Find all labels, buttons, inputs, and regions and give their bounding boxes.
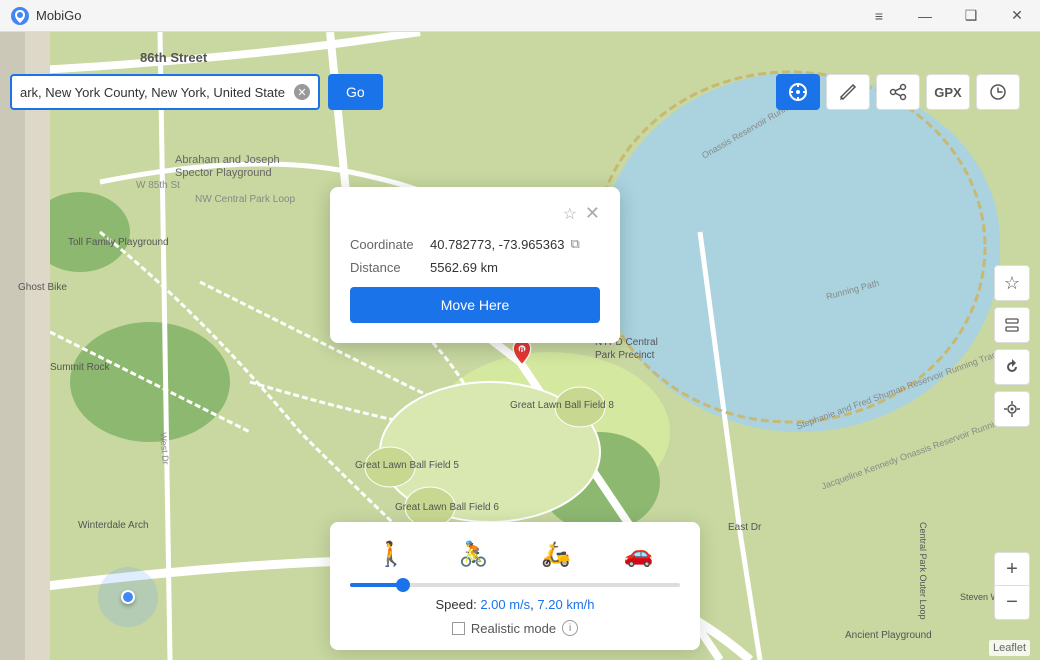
scooter-mode-button[interactable]: 🛵 [533, 536, 579, 573]
move-here-button[interactable]: Move Here [350, 287, 600, 323]
layers-button[interactable] [994, 307, 1030, 343]
app-logo: MobiGo [0, 6, 92, 26]
coordinate-popup: ☆ ✕ Coordinate 40.782773, -73.965363 ⧉ D… [330, 187, 620, 343]
pencil-button[interactable] [826, 74, 870, 110]
share-icon [889, 83, 907, 101]
realistic-mode-row: Realistic mode i [350, 620, 680, 636]
close-button[interactable]: ✕ [994, 0, 1040, 32]
app-logo-icon [10, 6, 30, 26]
speed-slider-fill [350, 583, 400, 587]
history-icon [989, 83, 1007, 101]
speed-panel: 🚶 🚴 🛵 🚗 Speed: 2.00 m/s, 7.20 km/h Reali… [330, 522, 700, 650]
popup-header: ☆ ✕ [350, 203, 600, 224]
distance-value: 5562.69 km [430, 260, 498, 275]
walk-mode-button[interactable]: 🚶 [368, 536, 414, 573]
realistic-mode-label: Realistic mode [471, 621, 556, 636]
copy-coordinate-button[interactable]: ⧉ [570, 236, 579, 252]
location-pin[interactable]: B [510, 340, 534, 368]
speed-slider-wrapper [350, 583, 680, 587]
locate-me-button[interactable] [994, 391, 1030, 427]
search-clear-button[interactable]: ✕ [294, 84, 310, 100]
current-location-indicator [98, 567, 158, 627]
speed-slider[interactable] [350, 583, 680, 587]
svg-text:B: B [519, 347, 524, 354]
app-title: MobiGo [36, 8, 82, 23]
search-input[interactable] [20, 85, 294, 100]
speed-text: Speed: 2.00 m/s, 7.20 km/h [350, 597, 680, 612]
speed-ms-value: 2.00 m/s [480, 597, 530, 612]
minimize-button[interactable]: — [902, 0, 948, 32]
right-controls: ☆ [994, 265, 1030, 427]
titlebar: MobiGo ≡ — ❑ ✕ [0, 0, 1040, 32]
gps-button[interactable] [776, 74, 820, 110]
zoom-in-button[interactable]: + [994, 552, 1030, 586]
go-button[interactable]: Go [328, 74, 383, 110]
map-container: 86th Street Abraham and Joseph Spector P… [0, 32, 1040, 660]
search-bar: ✕ Go [10, 74, 383, 110]
favorite-button[interactable]: ☆ [994, 265, 1030, 301]
layers-icon [1003, 316, 1021, 334]
coordinate-label: Coordinate [350, 237, 430, 252]
realistic-mode-info-button[interactable]: i [562, 620, 578, 636]
distance-row: Distance 5562.69 km [350, 260, 600, 275]
window-controls: ≡ — ❑ ✕ [856, 0, 1040, 32]
pencil-icon [839, 83, 857, 101]
gpx-button[interactable]: GPX [926, 74, 970, 110]
speed-kmh-value: 7.20 km/h [537, 597, 594, 612]
coordinate-row: Coordinate 40.782773, -73.965363 ⧉ [350, 236, 600, 252]
popup-close-button[interactable]: ✕ [585, 203, 600, 224]
popup-favorite-button[interactable]: ☆ [563, 203, 577, 224]
bike-mode-button[interactable]: 🚴 [451, 536, 497, 573]
maximize-button[interactable]: ❑ [948, 0, 994, 32]
gps-icon [788, 82, 808, 102]
locate-icon [1003, 400, 1021, 418]
history-button[interactable] [976, 74, 1020, 110]
car-mode-button[interactable]: 🚗 [616, 536, 662, 573]
menu-button[interactable]: ≡ [856, 0, 902, 32]
zoom-controls: + − [994, 552, 1030, 620]
top-toolbar: GPX [776, 74, 1020, 110]
reset-icon [1003, 358, 1021, 376]
realistic-mode-checkbox[interactable] [452, 622, 465, 635]
zoom-out-button[interactable]: − [994, 586, 1030, 620]
leaflet-attribution: Leaflet [989, 640, 1030, 656]
transport-modes: 🚶 🚴 🛵 🚗 [350, 536, 680, 573]
reset-button[interactable] [994, 349, 1030, 385]
share-button[interactable] [876, 74, 920, 110]
search-input-wrapper[interactable]: ✕ [10, 74, 320, 110]
distance-label: Distance [350, 260, 430, 275]
coordinate-value: 40.782773, -73.965363 ⧉ [430, 236, 580, 252]
speed-slider-thumb[interactable] [396, 578, 410, 592]
